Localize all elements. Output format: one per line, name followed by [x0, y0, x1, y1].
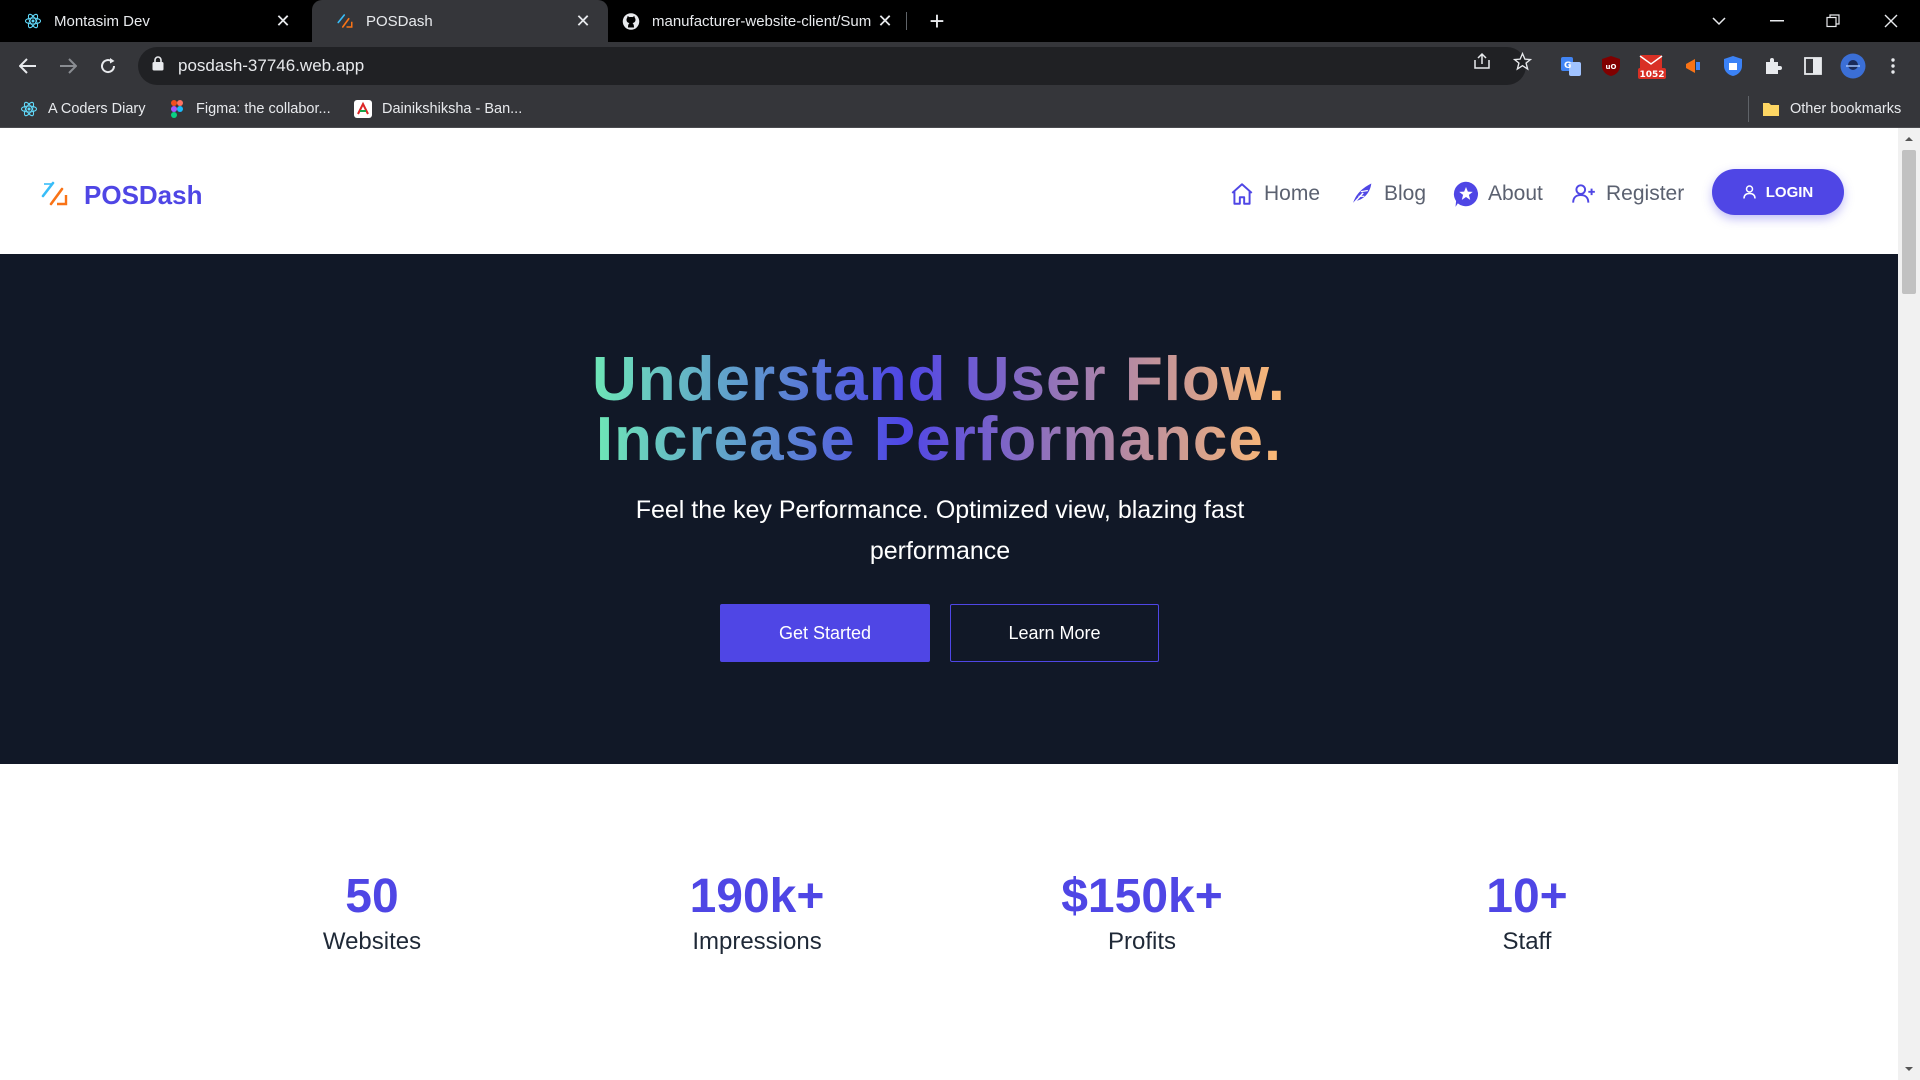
close-icon[interactable]: ✕ — [272, 10, 294, 32]
hero-subtitle: Feel the key Performance. Optimized view… — [635, 496, 1245, 565]
tab-github[interactable]: manufacturer-website-client/Sum ✕ — [608, 0, 910, 42]
tab-search-icon[interactable] — [1694, 0, 1744, 42]
address-bar[interactable]: posdash-37746.web.app — [138, 47, 1526, 85]
restore-button[interactable] — [1808, 0, 1858, 42]
new-tab-button[interactable]: + — [922, 6, 952, 36]
close-icon[interactable]: ✕ — [874, 10, 896, 32]
home-icon — [1228, 180, 1256, 208]
minimize-button[interactable] — [1752, 0, 1802, 42]
github-icon — [622, 12, 640, 30]
tab-title: POSDash — [366, 12, 433, 30]
dainikshiksha-icon — [354, 100, 372, 118]
close-window-button[interactable] — [1866, 0, 1916, 42]
tab-separator — [906, 12, 907, 30]
login-label: LOGIN — [1765, 183, 1814, 201]
get-started-button[interactable]: Get Started — [720, 604, 930, 662]
stat-label: Impressions — [692, 928, 822, 955]
shield-extension-icon[interactable] — [1720, 53, 1746, 79]
stat-impressions: 190k+ Impressions — [607, 872, 907, 956]
posdash-logo-icon — [336, 12, 354, 30]
hero-title-line-1: Understand User Flow. — [592, 345, 1286, 414]
close-icon[interactable]: ✕ — [572, 10, 594, 32]
url-text[interactable]: posdash-37746.web.app — [178, 56, 364, 76]
nav-home[interactable]: Home — [1228, 176, 1320, 212]
side-panel-icon[interactable] — [1800, 53, 1826, 79]
scroll-down-arrow-icon[interactable] — [1904, 1064, 1914, 1074]
scrollbar-thumb[interactable] — [1902, 150, 1916, 294]
extensions-puzzle-icon[interactable] — [1760, 53, 1786, 79]
other-bookmarks-label: Other bookmarks — [1790, 101, 1902, 117]
stat-value: 50 — [345, 870, 399, 923]
tab-montasim-dev[interactable]: Montasim Dev ✕ — [0, 0, 308, 42]
stat-websites: 50 Websites — [222, 872, 522, 956]
tab-strip: Montasim Dev ✕ POSDash ✕ manufacturer-we… — [0, 0, 1920, 42]
stat-value: 10+ — [1486, 870, 1568, 923]
nav-label: Blog — [1384, 182, 1427, 205]
brand-name: POSDash — [84, 180, 203, 210]
translate-extension-icon[interactable]: G — [1558, 53, 1584, 79]
folder-icon — [1762, 100, 1780, 118]
bookmarks-divider — [1748, 96, 1749, 122]
bookmark-label: Figma: the collabor... — [196, 101, 331, 117]
stat-profits: $150k+ Profits — [992, 872, 1292, 956]
bookmark-label: A Coders Diary — [48, 101, 146, 117]
stat-staff: 10+ Staff — [1377, 872, 1677, 956]
bookmark-star-icon[interactable] — [1512, 51, 1532, 71]
stat-label: Websites — [322, 928, 422, 955]
svg-text:uO: uO — [1606, 63, 1617, 71]
nav-about[interactable]: About — [1452, 176, 1543, 212]
nav-register[interactable]: Register — [1570, 176, 1684, 212]
stat-label: Staff — [1502, 928, 1552, 955]
bookmark-a-coders-diary[interactable]: A Coders Diary — [20, 90, 146, 128]
hero-section: Understand User Flow. Increase Performan… — [0, 254, 1898, 764]
scroll-up-arrow-icon[interactable] — [1904, 134, 1914, 144]
browser-toolbar: posdash-37746.web.app G uO 1052 — [0, 42, 1920, 90]
bookmark-figma[interactable]: Figma: the collabor... — [168, 90, 331, 128]
extension-badge: 1052 — [1639, 70, 1664, 79]
page-scrollbar[interactable] — [1898, 128, 1920, 1080]
bookmark-dainikshiksha[interactable]: Dainikshiksha - Ban... — [354, 90, 522, 128]
page-viewport: POSDash Home Blog About Register LOGIN U… — [0, 128, 1898, 1080]
user-plus-icon — [1570, 180, 1598, 208]
user-icon — [1743, 185, 1756, 199]
hero-title: Understand User Flow. Increase Performan… — [0, 345, 1878, 474]
learn-more-button[interactable]: Learn More — [950, 604, 1159, 662]
stat-value: 190k+ — [689, 870, 825, 923]
tab-title: manufacturer-website-client/Sum — [652, 12, 872, 30]
stat-value: $150k+ — [1061, 870, 1223, 923]
share-icon[interactable] — [1472, 51, 1492, 71]
back-button[interactable] — [12, 50, 44, 82]
figma-icon — [168, 100, 186, 118]
svg-text:G: G — [1564, 61, 1571, 71]
tab-posdash[interactable]: POSDash ✕ — [312, 0, 608, 42]
hero-title-line-2: Increase Performance. — [595, 405, 1283, 474]
profile-avatar[interactable] — [1840, 53, 1866, 79]
blog-feather-icon — [1348, 180, 1376, 208]
login-button[interactable]: LOGIN — [1712, 169, 1844, 215]
lock-icon[interactable] — [152, 56, 164, 76]
nav-label: About — [1488, 182, 1543, 205]
reload-button[interactable] — [92, 50, 124, 82]
forward-button[interactable] — [52, 50, 84, 82]
posdash-logo-icon — [40, 178, 70, 213]
nav-blog[interactable]: Blog — [1348, 176, 1426, 212]
megaphone-extension-icon[interactable] — [1680, 53, 1706, 79]
star-badge-icon — [1452, 180, 1480, 208]
react-icon — [20, 100, 38, 118]
react-icon — [24, 12, 42, 30]
ublock-extension-icon[interactable]: uO — [1598, 53, 1624, 79]
stat-label: Profits — [1107, 928, 1176, 955]
bookmarks-bar: A Coders Diary Figma: the collabor... Da… — [0, 90, 1920, 128]
tab-title: Montasim Dev — [54, 12, 150, 30]
nav-label: Home — [1264, 182, 1321, 205]
site-header: POSDash Home Blog About Register LOGIN — [0, 128, 1898, 254]
mail-extension-icon[interactable]: 1052 — [1636, 53, 1668, 79]
other-bookmarks[interactable]: Other bookmarks — [1762, 90, 1901, 128]
bookmark-label: Dainikshiksha - Ban... — [382, 101, 523, 117]
brand-logo[interactable]: POSDash — [40, 178, 203, 213]
browser-menu-icon[interactable] — [1880, 53, 1906, 79]
nav-label: Register — [1606, 182, 1685, 205]
